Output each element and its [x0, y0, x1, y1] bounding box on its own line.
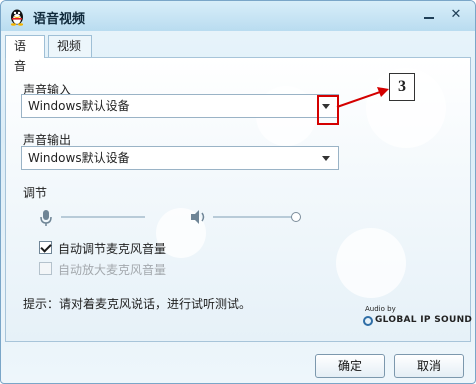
tab-voice[interactable]: 语音	[5, 35, 45, 73]
annotation-arrow	[336, 87, 389, 108]
microphone-icon	[40, 210, 52, 226]
annotation-step-number: 3	[389, 73, 415, 101]
output-device-select[interactable]: Windows默认设备	[21, 146, 339, 170]
close-icon: ✕	[450, 7, 462, 22]
title-bar: 语音视频 ✕	[1, 1, 475, 31]
ok-button[interactable]: 确定	[315, 354, 385, 378]
speaker-icon	[191, 210, 205, 224]
speaker-volume-slider[interactable]	[213, 216, 295, 218]
auto-amplify-mic-label: 自动放大麦克风音量	[58, 263, 167, 277]
chevron-down-icon[interactable]	[322, 156, 330, 161]
voice-video-window: 语音视频 ✕ 语音 视频 声音输入 Windows默认设备 3 声音输出 Win…	[0, 0, 476, 384]
minimize-button[interactable]	[420, 7, 438, 23]
close-button[interactable]: ✕	[444, 5, 468, 25]
tab-video[interactable]: 视频	[48, 35, 92, 57]
qq-penguin-icon	[10, 9, 24, 26]
window-title: 语音视频	[33, 12, 86, 27]
adjust-label: 调节	[23, 186, 48, 200]
cancel-button[interactable]: 取消	[394, 354, 464, 378]
output-device-value: Windows默认设备	[28, 151, 130, 165]
auto-amplify-mic-checkbox[interactable]	[39, 262, 52, 275]
background-flower	[336, 228, 406, 298]
input-device-select[interactable]: Windows默认设备	[21, 94, 339, 118]
mic-volume-slider[interactable]	[61, 216, 145, 218]
auto-adjust-mic-label: 自动调节麦克风音量	[58, 242, 167, 256]
input-device-value: Windows默认设备	[28, 99, 130, 113]
auto-adjust-mic-checkbox[interactable]	[39, 241, 52, 254]
hint-text: 提示：请对着麦克风说话，进行试听测试。	[23, 297, 252, 311]
speaker-volume-knob[interactable]	[291, 212, 301, 222]
brand-small-text: Audio by	[365, 305, 396, 313]
brand-name-text: GLOBAL IP SOUND	[375, 315, 473, 325]
gips-logo-icon	[363, 316, 373, 326]
